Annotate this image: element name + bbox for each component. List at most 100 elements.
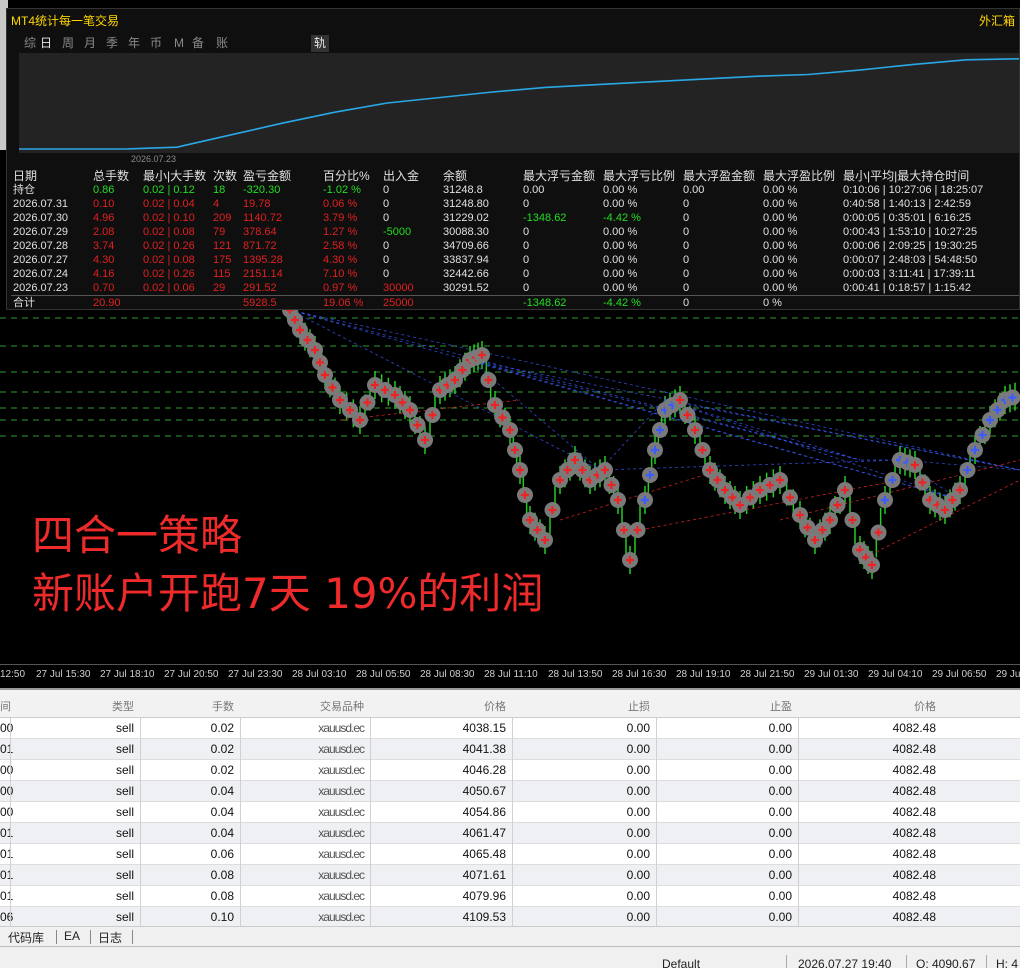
statistics-cell: 0	[383, 254, 390, 266]
status-separator	[906, 955, 907, 968]
statistics-row: 2026.07.30 4.96 0.02 | 0.10 209 1140.72 3.79 …	[11, 211, 1019, 225]
statistics-cell: 0	[523, 198, 530, 210]
order-cross-icon: ✚	[683, 409, 692, 422]
statistics-column-header: 最小|平均|最大持仓时间	[843, 169, 970, 183]
statistics-cell: -320.30	[243, 184, 281, 196]
statistics-cell: 31248.80	[443, 198, 489, 210]
order-cell: 0.02	[210, 763, 234, 777]
order-cell: 4082.48	[892, 763, 936, 777]
statistics-cell: 20.90	[93, 297, 121, 309]
statistics-cell: 1140.72	[243, 212, 282, 224]
statistics-cell: 0:00:05 | 0:35:01 | 6:16:25	[843, 212, 972, 224]
orders-column-header[interactable]: 价格	[370, 698, 506, 714]
period-tab[interactable]: 日	[37, 35, 55, 52]
time-axis-label: 29 Jul 06:50	[932, 669, 987, 680]
statistics-column-header: 出入金	[383, 169, 420, 183]
equity-date-label: 2026.07.23	[131, 154, 177, 164]
statistics-cell: 0.00 %	[763, 240, 798, 252]
statistics-cell: 5928.5	[243, 297, 277, 309]
period-tab[interactable]: 备	[189, 35, 207, 52]
order-row[interactable]: 01 sell 0.02 xauusd.ec 4041.38 0.00 0.00 4082.4…	[0, 739, 1020, 760]
statistics-cell: 2026.07.31	[13, 198, 69, 210]
order-row[interactable]: 00 sell 0.02 xauusd.ec 4038.15 0.00 0.00 4082.4…	[0, 718, 1020, 739]
period-tab[interactable]: 轨迹	[311, 35, 330, 67]
column-divider	[512, 718, 513, 928]
statistics-row: 2026.07.24 4.16 0.02 | 0.26 115 2151.14 7.10 …	[11, 267, 1019, 281]
terminal-tab[interactable]: 代码库	[8, 929, 44, 946]
order-cross-icon: ✚	[963, 464, 972, 477]
period-tab[interactable]: 账户	[213, 35, 231, 67]
order-row[interactable]: 06 sell 0.10 xauusd.ec 4109.53 0.00 0.00 4082.4…	[0, 907, 1020, 928]
time-axis-label: 28 Jul 05:50	[356, 669, 411, 680]
statistics-cell: 0.00 %	[763, 254, 798, 266]
statistics-cell: 0:00:07 | 2:48:03 | 54:48:50	[843, 254, 978, 266]
order-cell: 4082.48	[892, 721, 936, 735]
statistics-cell: 0.00 %	[763, 226, 798, 238]
statistics-cell: 3.79 %	[323, 212, 358, 224]
order-cross-icon: ✚	[848, 514, 857, 527]
terminal-tabs: 代码库 EA 日志	[0, 926, 1020, 946]
statistics-cell: 合计	[13, 297, 35, 309]
order-cell: 0.00	[626, 868, 650, 882]
orders-column-header[interactable]: 类型	[10, 698, 134, 714]
statistics-cell: 0.00	[523, 184, 545, 196]
order-cell: 0.06	[210, 847, 234, 861]
order-row[interactable]: 00 sell 0.04 xauusd.ec 4050.67 0.00 0.00 4082.4…	[0, 781, 1020, 802]
order-cell: 0.08	[210, 868, 234, 882]
statistics-cell: 0	[523, 226, 530, 238]
statistics-cell: 79	[213, 226, 226, 238]
orders-column-header[interactable]: 价格	[798, 698, 936, 714]
statistics-cell: 19.78	[243, 198, 271, 210]
order-cross-icon: ✚	[640, 494, 649, 507]
statistics-column-header: 日期	[13, 169, 38, 183]
terminal-tab[interactable]: 日志	[98, 929, 122, 946]
order-cell: 4082.48	[892, 889, 936, 903]
order-cell: 0.00	[626, 889, 650, 903]
column-divider	[798, 718, 799, 928]
period-tab[interactable]: 币	[147, 35, 165, 52]
order-row[interactable]: 00 sell 0.02 xauusd.ec 4046.28 0.00 0.00 4082.4…	[0, 760, 1020, 781]
statistics-cell: 0:00:43 | 1:53:10 | 10:27:25	[843, 226, 978, 238]
time-axis-label: 29 Jul 01:30	[804, 669, 859, 680]
order-row[interactable]: 01 sell 0.04 xauusd.ec 4061.47 0.00 0.00 4082.4…	[0, 823, 1020, 844]
order-cross-icon: ✚	[405, 404, 414, 417]
period-tab[interactable]: M	[171, 35, 187, 52]
orders-column-header[interactable]: 间	[0, 698, 11, 714]
statistics-cell: 0.10	[93, 198, 115, 210]
statistics-cell: 0 %	[763, 297, 782, 309]
orders-column-header[interactable]: 止损	[512, 698, 650, 714]
order-row[interactable]: 00 sell 0.04 xauusd.ec 4054.86 0.00 0.00 4082.4…	[0, 802, 1020, 823]
order-row[interactable]: 01 sell 0.08 xauusd.ec 4071.61 0.00 0.00 4082.4…	[0, 865, 1020, 886]
strategy-overlay-text: 四合一策略 新账户开跑7天 19%的利润	[32, 508, 543, 624]
order-row[interactable]: 01 sell 0.06 xauusd.ec 4065.48 0.00 0.00 4082.4…	[0, 844, 1020, 865]
statistics-cell: 0	[383, 184, 390, 196]
statistics-column-header: 最大浮盈比例	[763, 169, 836, 183]
panel-title: MT4统计每一笔交易	[11, 14, 120, 28]
statistics-cell: 0:00:03 | 3:11:41 | 17:39:11	[843, 268, 976, 280]
order-cross-icon: ✚	[477, 349, 486, 362]
order-cell: xauusd.ec	[318, 868, 365, 882]
statistics-cell: 2026.07.29	[13, 226, 69, 238]
order-row[interactable]: 01 sell 0.08 xauusd.ec 4079.96 0.00 0.00 4082.4…	[0, 886, 1020, 907]
order-cross-icon: ✚	[978, 429, 987, 442]
statistics-row: 2026.07.28 3.74 0.02 | 0.26 121 871.72 2.58 %…	[11, 239, 1019, 253]
orders-column-header[interactable]: 止盈	[656, 698, 792, 714]
statistics-column-header: 最大浮亏金额	[523, 169, 596, 183]
period-tab[interactable]: 月	[81, 35, 99, 52]
orders-column-header[interactable]: 手数	[140, 698, 234, 714]
status-separator	[786, 955, 787, 968]
price-chart-area[interactable]: ✚ ✚ ✚ ✚ ✚ ✚ ✚ ✚ ✚ ✚ ✚ ✚ ✚ ✚ ✚ ✚ ✚ ✚ ✚ ✚ ✚ ✚ ✚ ✚ ✚ ✚ ✚ ✚ ✚ ✚ ✚ ✚ ✚ ✚ ✚ ✚ ✚ ✚ ✚ ✚…	[0, 0, 1020, 688]
order-cross-icon: ✚	[355, 414, 364, 427]
period-tab[interactable]: 年	[125, 35, 143, 52]
order-cell: 4065.48	[462, 847, 506, 861]
orders-column-header[interactable]: 交易品种	[240, 698, 364, 714]
statistics-cell: 0.00 %	[763, 198, 798, 210]
period-tab[interactable]: 周	[59, 35, 77, 52]
terminal-tab[interactable]: EA	[64, 929, 80, 943]
order-cross-icon: ✚	[833, 499, 842, 512]
period-tab[interactable]: 季	[103, 35, 121, 52]
statistics-cell: 3.74	[93, 240, 115, 252]
order-cell: 0.00	[768, 742, 792, 756]
statistics-cell: 0.70	[93, 282, 115, 294]
order-cross-icon: ✚	[690, 424, 699, 437]
